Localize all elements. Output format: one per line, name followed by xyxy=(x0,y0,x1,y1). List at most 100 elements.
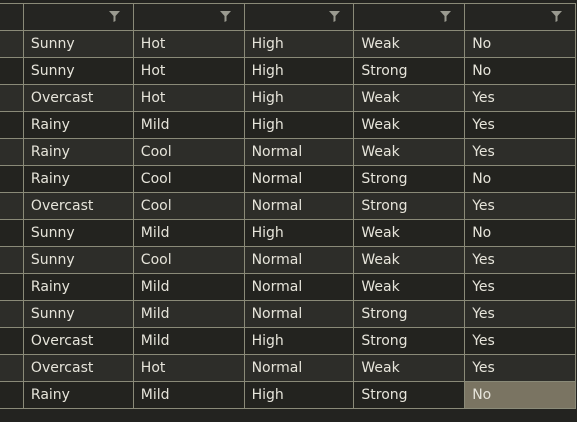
table-cell[interactable]: No xyxy=(464,218,576,247)
table-cell[interactable]: Yes xyxy=(464,245,576,274)
table-cell[interactable]: Weak xyxy=(353,137,466,166)
table-cell[interactable]: Yes xyxy=(464,272,576,301)
table-row[interactable]: Sunny Hot High Weak No xyxy=(0,29,576,58)
table-cell[interactable]: Sunny xyxy=(22,56,134,85)
table-cell[interactable]: Yes xyxy=(464,110,576,139)
table-cell[interactable]: No xyxy=(464,56,576,85)
table-row[interactable]: Overcast Mild High Strong Yes xyxy=(0,326,576,355)
table-cell[interactable]: Overcast xyxy=(22,353,134,382)
table-row[interactable]: Overcast Cool Normal Strong Yes xyxy=(0,191,576,220)
column-header-3[interactable] xyxy=(243,3,355,31)
table-cell[interactable]: Sunny xyxy=(22,245,134,274)
table-row[interactable]: Sunny Mild Normal Strong Yes xyxy=(0,299,576,328)
row-header-cell[interactable] xyxy=(0,326,24,355)
table-row[interactable]: Sunny Hot High Strong No xyxy=(0,56,576,85)
table-cell[interactable]: Yes xyxy=(464,137,576,166)
table-cell[interactable]: Normal xyxy=(243,299,355,328)
table-row[interactable]: Rainy Cool Normal Strong No xyxy=(0,164,576,193)
table-cell[interactable]: Weak xyxy=(353,110,466,139)
table-cell[interactable]: Strong xyxy=(353,299,466,328)
table-row[interactable]: Rainy Mild High Strong No xyxy=(0,380,576,409)
table-cell[interactable]: Normal xyxy=(243,272,355,301)
table-cell[interactable]: Rainy xyxy=(22,137,134,166)
table-cell[interactable]: Strong xyxy=(353,380,466,409)
row-header-cell[interactable] xyxy=(0,164,24,193)
column-header-4[interactable] xyxy=(353,3,466,31)
table-cell[interactable]: Hot xyxy=(132,56,245,85)
table-cell[interactable]: High xyxy=(243,218,355,247)
table-cell[interactable]: High xyxy=(243,326,355,355)
table-cell[interactable]: Strong xyxy=(353,326,466,355)
table-cell[interactable]: Hot xyxy=(132,353,245,382)
table-cell[interactable]: Overcast xyxy=(22,83,134,112)
table-cell[interactable]: Normal xyxy=(243,137,355,166)
table-cell[interactable]: Overcast xyxy=(22,326,134,355)
row-header-cell[interactable] xyxy=(0,191,24,220)
table-row[interactable]: Sunny Cool Normal Weak Yes xyxy=(0,245,576,274)
table-cell[interactable]: Yes xyxy=(464,326,576,355)
table-cell[interactable]: Mild xyxy=(132,299,245,328)
table-row[interactable]: Rainy Cool Normal Weak Yes xyxy=(0,137,576,166)
row-header-cell[interactable] xyxy=(0,299,24,328)
table-cell[interactable]: Weak xyxy=(353,218,466,247)
table-cell[interactable]: Mild xyxy=(132,218,245,247)
table-cell[interactable]: Cool xyxy=(132,164,245,193)
table-cell[interactable]: Weak xyxy=(353,353,466,382)
table-cell[interactable]: Sunny xyxy=(22,299,134,328)
table-cell[interactable]: Sunny xyxy=(22,218,134,247)
table-row[interactable]: Sunny Mild High Weak No xyxy=(0,218,576,247)
row-header-cell[interactable] xyxy=(0,272,24,301)
table-cell[interactable]: Strong xyxy=(353,164,466,193)
selected-table-cell[interactable]: No xyxy=(464,380,576,409)
table-cell[interactable]: Weak xyxy=(353,29,466,58)
row-header-cell[interactable] xyxy=(0,56,24,85)
table-cell[interactable]: Strong xyxy=(353,56,466,85)
table-cell[interactable]: Weak xyxy=(353,245,466,274)
table-cell[interactable]: Normal xyxy=(243,353,355,382)
table-cell[interactable]: Cool xyxy=(132,191,245,220)
table-cell[interactable]: Weak xyxy=(353,272,466,301)
row-header-cell[interactable] xyxy=(0,353,24,382)
table-cell[interactable]: High xyxy=(243,56,355,85)
table-cell[interactable]: Strong xyxy=(353,191,466,220)
table-cell[interactable]: High xyxy=(243,83,355,112)
table-cell[interactable]: Mild xyxy=(132,110,245,139)
table-cell[interactable]: Mild xyxy=(132,272,245,301)
table-cell[interactable]: Normal xyxy=(243,245,355,274)
table-cell[interactable]: Cool xyxy=(132,137,245,166)
row-header-cell[interactable] xyxy=(0,218,24,247)
table-cell[interactable]: Cool xyxy=(132,245,245,274)
table-cell[interactable]: High xyxy=(243,29,355,58)
table-cell[interactable]: Normal xyxy=(243,164,355,193)
table-cell[interactable]: Rainy xyxy=(22,164,134,193)
table-cell[interactable]: Rainy xyxy=(22,110,134,139)
column-header-1[interactable] xyxy=(22,3,134,31)
table-cell[interactable]: Yes xyxy=(464,83,576,112)
table-cell[interactable]: Mild xyxy=(132,380,245,409)
table-cell[interactable]: Rainy xyxy=(22,272,134,301)
table-cell[interactable]: High xyxy=(243,380,355,409)
table-row[interactable]: Rainy Mild Normal Weak Yes xyxy=(0,272,576,301)
row-header-cell[interactable] xyxy=(0,137,24,166)
table-row[interactable]: Rainy Mild High Weak Yes xyxy=(0,110,576,139)
table-cell[interactable]: Normal xyxy=(243,191,355,220)
table-cell[interactable]: Weak xyxy=(353,83,466,112)
table-cell[interactable]: Yes xyxy=(464,299,576,328)
table-cell[interactable]: Rainy xyxy=(22,380,134,409)
table-cell[interactable]: No xyxy=(464,164,576,193)
row-header-cell[interactable] xyxy=(0,29,24,58)
table-row[interactable]: Overcast Hot High Weak Yes xyxy=(0,83,576,112)
table-cell[interactable]: High xyxy=(243,110,355,139)
row-header-cell[interactable] xyxy=(0,245,24,274)
table-cell[interactable]: No xyxy=(464,29,576,58)
table-cell[interactable]: Yes xyxy=(464,191,576,220)
table-cell[interactable]: Hot xyxy=(132,83,245,112)
table-cell[interactable]: Mild xyxy=(132,326,245,355)
table-cell[interactable]: Hot xyxy=(132,29,245,58)
row-header-cell[interactable] xyxy=(0,110,24,139)
table-row[interactable]: Overcast Hot Normal Weak Yes xyxy=(0,353,576,382)
table-cell[interactable]: Sunny xyxy=(22,29,134,58)
row-header-cell[interactable] xyxy=(0,83,24,112)
table-cell[interactable]: Overcast xyxy=(22,191,134,220)
column-header-2[interactable] xyxy=(132,3,245,31)
